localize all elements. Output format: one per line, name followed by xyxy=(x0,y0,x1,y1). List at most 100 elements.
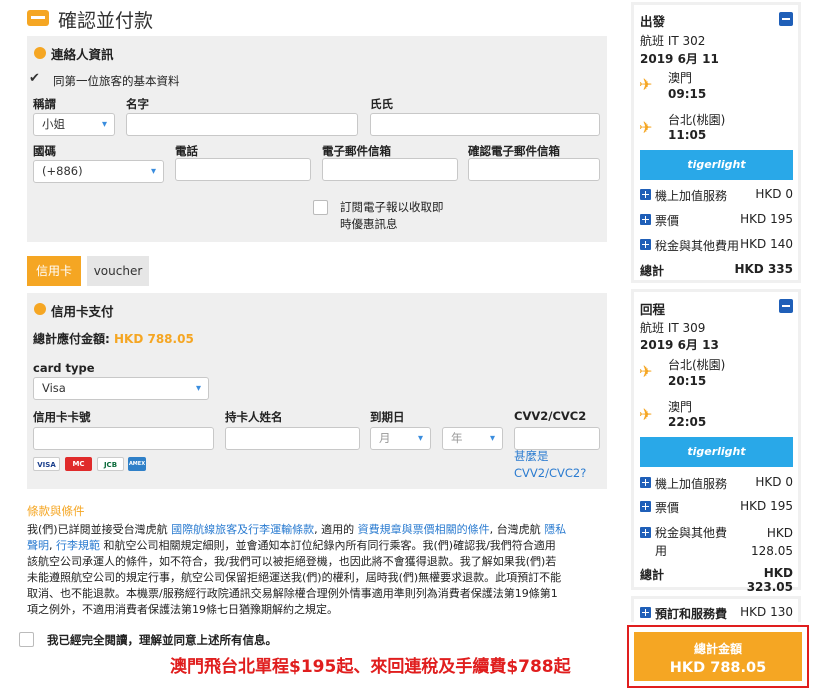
newsletter-label-line2: 時優惠訊息 xyxy=(340,217,398,231)
expiry-year-placeholder: 年 xyxy=(451,431,463,445)
return-fee-fare-value: HKD 195 xyxy=(740,499,793,513)
cvv-help-link[interactable]: 甚麼是 CVV2/CVC2? xyxy=(514,448,586,482)
terms-title: 條款與條件 xyxy=(27,504,85,518)
terms-link-privacy-2[interactable]: 聲明 xyxy=(27,539,49,552)
outbound-total-value: HKD 335 xyxy=(734,262,793,276)
grand-total-value: HKD 788.05 xyxy=(669,660,767,676)
return-from-time: 20:15 xyxy=(668,374,707,388)
expiry-year-select[interactable]: 年 xyxy=(442,427,503,450)
expand-booking-fee-icon[interactable] xyxy=(640,607,651,618)
outbound-fee-fare-label: 票價 xyxy=(655,214,680,228)
salutation-value: 小姐 xyxy=(42,117,65,131)
return-total-label: 總計 xyxy=(640,568,665,582)
expand-addons-icon[interactable] xyxy=(640,189,651,200)
outbound-to-city: 台北(桃園) xyxy=(668,113,726,127)
payment-total-amount: HKD 788.05 xyxy=(114,332,194,346)
outbound-from-city: 澳門 xyxy=(668,71,693,85)
agree-checkbox[interactable] xyxy=(19,632,34,647)
card-number-label: 信用卡卡號 xyxy=(33,410,91,424)
outbound-title: 出發 xyxy=(640,14,666,29)
jcb-logo-icon: JCB xyxy=(97,457,124,471)
return-summary: 回程 航班 IT 309 2019 6月 13 ✈ 台北(桃園) 20:15 ✈… xyxy=(631,289,801,594)
tab-credit-card[interactable]: 信用卡 xyxy=(27,256,81,286)
country-code-select[interactable]: (+886) xyxy=(33,160,164,183)
return-flight-number: 航班 IT 309 xyxy=(640,321,706,335)
country-code-label: 國碼 xyxy=(33,144,56,158)
card-type-value: Visa xyxy=(42,381,66,395)
newsletter-label-line1: 訂閱電子報以收取即 xyxy=(340,200,444,214)
newsletter-label: 訂閱電子報以收取即 時優惠訊息 xyxy=(340,199,444,233)
booking-fee-value: HKD 130 xyxy=(740,605,793,619)
return-fare-brand: tigerlight xyxy=(640,437,793,467)
return-fee-taxes-label-line1: 稅金與其他費 xyxy=(655,526,728,540)
agree-label: 我已經完全閱讀，理解並同意上述所有信息。 xyxy=(47,633,277,647)
terms-line1: 我(們)已詳閱並接受台灣虎航 國際航線旅客及行李運輸條款, 適用的 資費規章與票… xyxy=(27,522,609,538)
expiry-month-select[interactable]: 月 xyxy=(370,427,431,450)
return-to-city: 澳門 xyxy=(668,400,693,414)
expand-taxes-icon[interactable] xyxy=(640,239,651,250)
expand-fare-icon[interactable] xyxy=(640,501,651,512)
cvv-label: CVV2/CVC2 xyxy=(514,409,587,423)
terms-link-baggage[interactable]: 行李規範 xyxy=(56,539,100,552)
outbound-fee-taxes-label: 稅金與其他費用 xyxy=(655,239,740,253)
terms-link-privacy[interactable]: 隱私 xyxy=(544,523,566,536)
terms-line6: 項之例外，不適用消費者保護法第19條七日猶豫期解約之規定。 xyxy=(27,603,338,616)
card-holder-input[interactable] xyxy=(225,427,360,450)
terms-link-fares[interactable]: 資費規章與票價相關的條件 xyxy=(358,523,490,536)
return-fee-addons-value: HKD 0 xyxy=(755,475,793,489)
cvv-input[interactable] xyxy=(514,427,600,450)
return-title: 回程 xyxy=(640,302,666,317)
newsletter-checkbox[interactable] xyxy=(313,200,328,215)
takeoff-plane-icon: ✈ xyxy=(639,362,653,381)
salutation-select[interactable]: 小姐 xyxy=(33,113,115,136)
return-fee-taxes-value-line2: 128.05 xyxy=(751,544,793,558)
booking-fee-label: 預訂和服務費 xyxy=(655,607,728,621)
return-fee-fare-label: 票價 xyxy=(655,501,680,515)
landing-plane-icon: ✈ xyxy=(639,118,653,137)
outbound-from-time: 09:15 xyxy=(668,87,707,101)
outbound-fee-taxes-value: HKD 140 xyxy=(740,237,793,251)
outbound-fee-addons-label: 機上加值服務 xyxy=(655,189,728,203)
collapse-return-icon[interactable] xyxy=(779,299,793,313)
return-fee-taxes-label-line2: 用 xyxy=(655,544,668,558)
grand-total: 總計金額 HKD 788.05 xyxy=(634,632,802,681)
booking-fee-summary: 預訂和服務費 HKD 130 xyxy=(631,596,801,622)
return-total-value: HKD 323.05 xyxy=(746,566,793,594)
outbound-card: 出發 航班 IT 302 2019 6月 11 ✈ 澳門 09:15 ✈ 台北(… xyxy=(634,5,798,280)
contact-title: 連絡人資訊 xyxy=(51,47,114,62)
expand-fare-icon[interactable] xyxy=(640,214,651,225)
amex-logo-icon: AMEX xyxy=(128,457,146,471)
expand-addons-icon[interactable] xyxy=(640,477,651,488)
same-as-first-label: 同第一位旅客的基本資料 xyxy=(53,74,180,88)
collapse-outbound-icon[interactable] xyxy=(779,12,793,26)
terms-link-carriage[interactable]: 國際航線旅客及行李運輸條款 xyxy=(171,523,314,536)
return-to-time: 22:05 xyxy=(668,415,707,429)
card-holder-label: 持卡人姓名 xyxy=(225,410,283,424)
terms-line2-b: 和航空公司相關規定細則，並會通知本訂位紀錄內所有同行乘客。我(們)確認我/我們符… xyxy=(100,539,556,552)
card-type-label: card type xyxy=(33,361,95,375)
phone-input[interactable] xyxy=(175,158,311,181)
cvv-help-line1: 甚麼是 xyxy=(514,449,549,463)
same-as-first-checkbox[interactable]: ✔ xyxy=(27,72,42,87)
return-fee-taxes-value: HKD 128.05 xyxy=(738,524,793,560)
card-type-select[interactable]: Visa xyxy=(33,377,209,400)
card-number-input[interactable] xyxy=(33,427,214,450)
terms-line1-a: 我(們)已詳閱並接受台灣虎航 xyxy=(27,523,172,536)
landing-plane-icon: ✈ xyxy=(639,405,653,424)
contact-panel: 連絡人資訊 ✔ 同第一位旅客的基本資料 稱謂 名字 氏氏 小姐 國碼 電話 電子… xyxy=(27,36,607,242)
last-name-input[interactable] xyxy=(370,113,600,136)
payment-total: 總計應付金額: HKD 788.05 xyxy=(33,330,194,347)
expand-taxes-icon[interactable] xyxy=(640,527,651,538)
tab-voucher[interactable]: voucher xyxy=(87,256,149,286)
first-name-input[interactable] xyxy=(126,113,358,136)
return-fee-addons-label: 機上加值服務 xyxy=(655,477,728,491)
first-name-label: 名字 xyxy=(126,97,149,111)
terms-line2: 聲明, 行李規範 和航空公司相關規定細則，並會通知本訂位紀錄內所有同行乘客。我(… xyxy=(27,538,609,554)
outbound-date: 2019 6月 11 xyxy=(640,52,719,66)
terms-line2-a: , xyxy=(49,539,56,552)
confirm-email-input[interactable] xyxy=(468,158,600,181)
cvv-help-line2: CVV2/CVC2? xyxy=(514,466,587,480)
outbound-flight-number: 航班 IT 302 xyxy=(640,34,706,48)
email-label: 電子郵件信箱 xyxy=(322,144,391,158)
email-input[interactable] xyxy=(322,158,458,181)
